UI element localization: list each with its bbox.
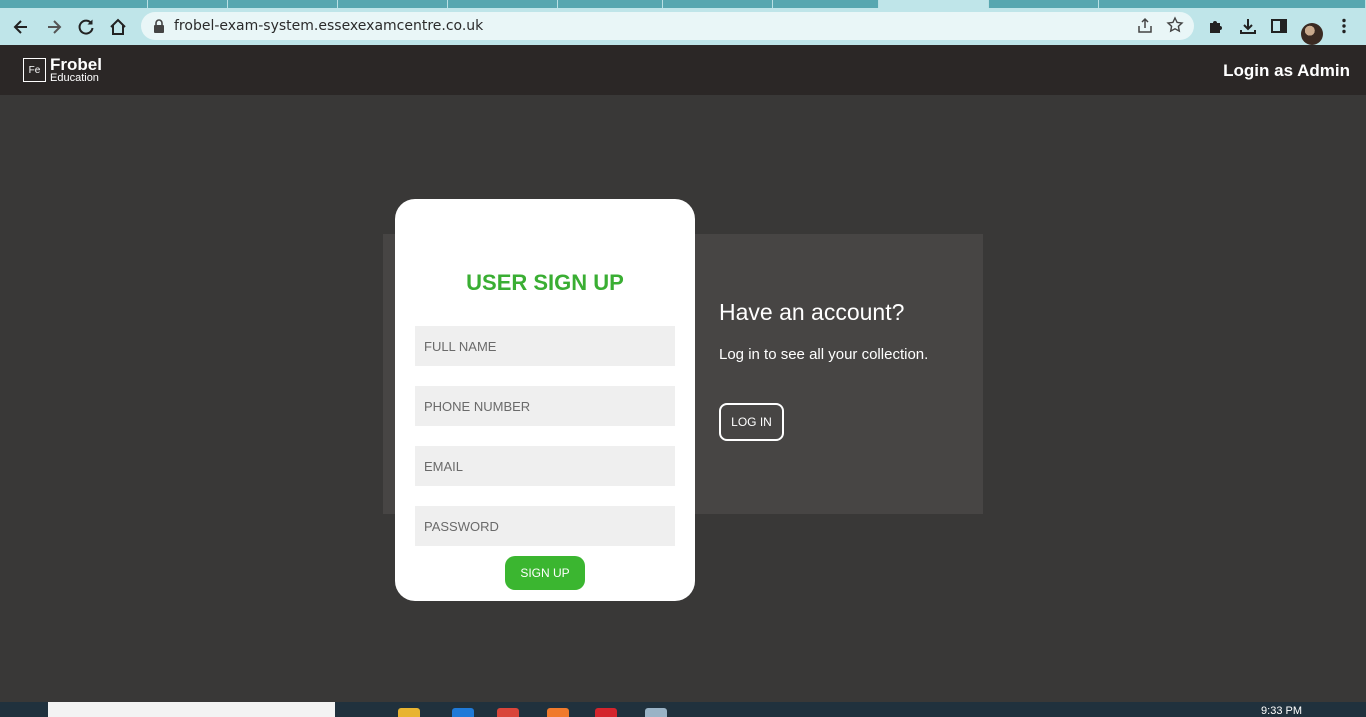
arrow-left-icon	[13, 20, 27, 34]
logo-name: Frobel	[50, 55, 102, 74]
sign-up-button[interactable]: SIGN UP	[505, 556, 585, 590]
login-text: Log in to see all your collection.	[719, 346, 929, 363]
extensions-button[interactable]	[1205, 15, 1227, 37]
email-input[interactable]	[415, 446, 675, 486]
logo-text: Frobel Education	[50, 56, 102, 84]
frobel-logo[interactable]: Fe Frobel Education	[23, 56, 102, 84]
home-button[interactable]	[106, 15, 130, 39]
browser-menu-button[interactable]	[1333, 15, 1355, 37]
tab-strip	[0, 0, 1366, 8]
chrome-icon[interactable]	[497, 708, 519, 717]
login-prompt: Have an account? Log in to see all your …	[719, 299, 929, 441]
forward-button[interactable]	[42, 15, 66, 39]
login-as-admin-link[interactable]: Login as Admin	[1223, 61, 1350, 81]
reload-button[interactable]	[74, 15, 98, 39]
profile-avatar[interactable]	[1301, 23, 1323, 45]
browser-tab[interactable]	[148, 0, 228, 8]
taskbar-clock: 9:33 PM	[1261, 705, 1302, 717]
puzzle-icon	[1210, 21, 1222, 33]
phone-number-input[interactable]	[415, 386, 675, 426]
url-text: frobel-exam-system.essexexamcentre.co.uk	[174, 18, 484, 34]
address-bar[interactable]: frobel-exam-system.essexexamcentre.co.uk	[141, 12, 1194, 40]
browser-toolbar: frobel-exam-system.essexexamcentre.co.uk	[0, 8, 1366, 45]
login-heading: Have an account?	[719, 299, 905, 325]
os-taskbar: 9:33 PM	[0, 702, 1366, 717]
side-panel-button[interactable]	[1268, 15, 1290, 37]
logo-box: Fe	[23, 58, 46, 82]
browser-tab[interactable]	[989, 0, 1099, 8]
browser-tab[interactable]	[0, 0, 148, 8]
log-in-button[interactable]: LOG IN	[719, 403, 784, 441]
site-header: Fe Frobel Education Login as Admin	[0, 45, 1366, 95]
kebab-menu-icon	[1342, 18, 1346, 34]
browser-tab[interactable]	[663, 0, 773, 8]
browser-tab[interactable]	[228, 0, 338, 8]
browser-tab[interactable]	[558, 0, 663, 8]
browser-tab-active[interactable]	[879, 0, 989, 8]
reload-icon	[78, 19, 94, 35]
side-panel-icon	[1271, 19, 1287, 33]
home-icon	[110, 18, 126, 35]
browser-tab[interactable]	[1099, 0, 1366, 8]
edge-icon[interactable]	[452, 708, 474, 717]
browser-tab[interactable]	[773, 0, 879, 8]
password-input[interactable]	[415, 506, 675, 546]
share-icon[interactable]	[1136, 17, 1154, 35]
app-icon[interactable]	[547, 708, 569, 717]
full-name-input[interactable]	[415, 326, 675, 366]
app-icon[interactable]	[595, 708, 617, 717]
taskbar-search-box[interactable]	[48, 702, 335, 717]
back-button[interactable]	[9, 15, 33, 39]
signup-card: USER SIGN UP SIGN UP	[395, 199, 695, 601]
star-icon[interactable]	[1166, 16, 1184, 34]
signup-title: USER SIGN UP	[466, 270, 624, 295]
app-icon[interactable]	[645, 708, 667, 717]
lock-icon	[154, 19, 164, 33]
file-explorer-icon[interactable]	[398, 708, 420, 717]
arrow-right-icon	[48, 20, 62, 34]
logo-sub: Education	[50, 72, 99, 84]
browser-tab[interactable]	[448, 0, 558, 8]
download-icon	[1240, 19, 1256, 34]
browser-tab[interactable]	[338, 0, 448, 8]
downloads-button[interactable]	[1237, 15, 1259, 37]
